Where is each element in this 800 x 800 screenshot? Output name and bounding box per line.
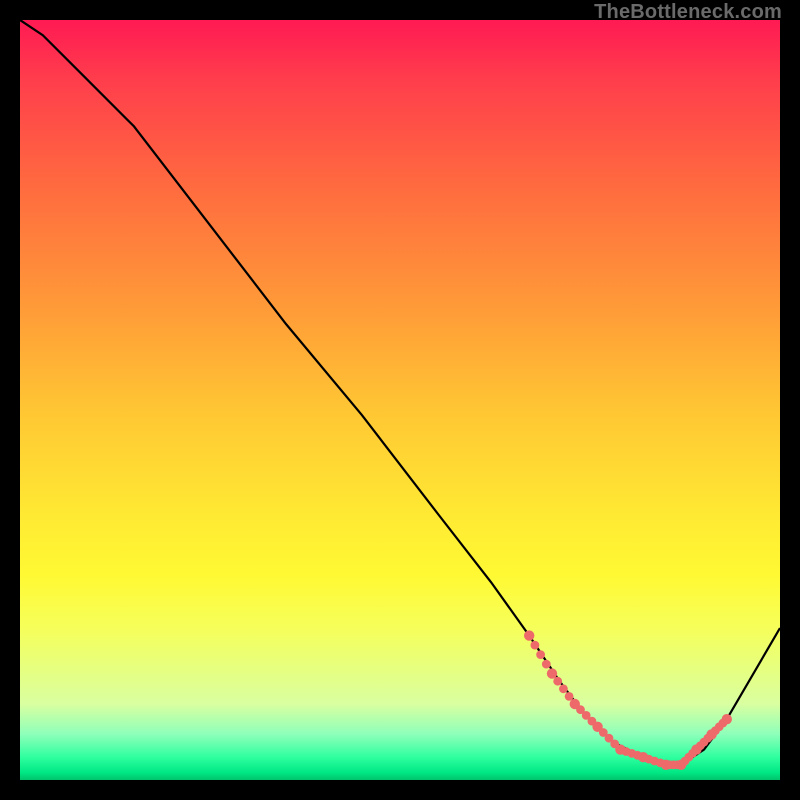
sweet-spot-dot	[524, 630, 534, 640]
chart-frame: TheBottleneck.com	[0, 0, 800, 800]
sweet-spot-dot	[547, 668, 557, 678]
plot-area	[20, 20, 780, 780]
sweet-spot-dot	[565, 692, 574, 701]
bottleneck-curve-line	[20, 20, 780, 765]
sweet-spot-dot	[559, 684, 568, 693]
sweet-spot-dot	[553, 677, 562, 686]
sweet-spot-dot	[722, 714, 732, 724]
watermark-label: TheBottleneck.com	[594, 1, 782, 24]
sweet-spot-dot	[542, 660, 551, 669]
bottleneck-curve-path	[20, 20, 780, 765]
sweet-spot-dot	[536, 650, 545, 659]
sweet-spot-marker	[524, 630, 732, 770]
sweet-spot-dot	[531, 641, 540, 650]
chart-svg	[20, 20, 780, 780]
